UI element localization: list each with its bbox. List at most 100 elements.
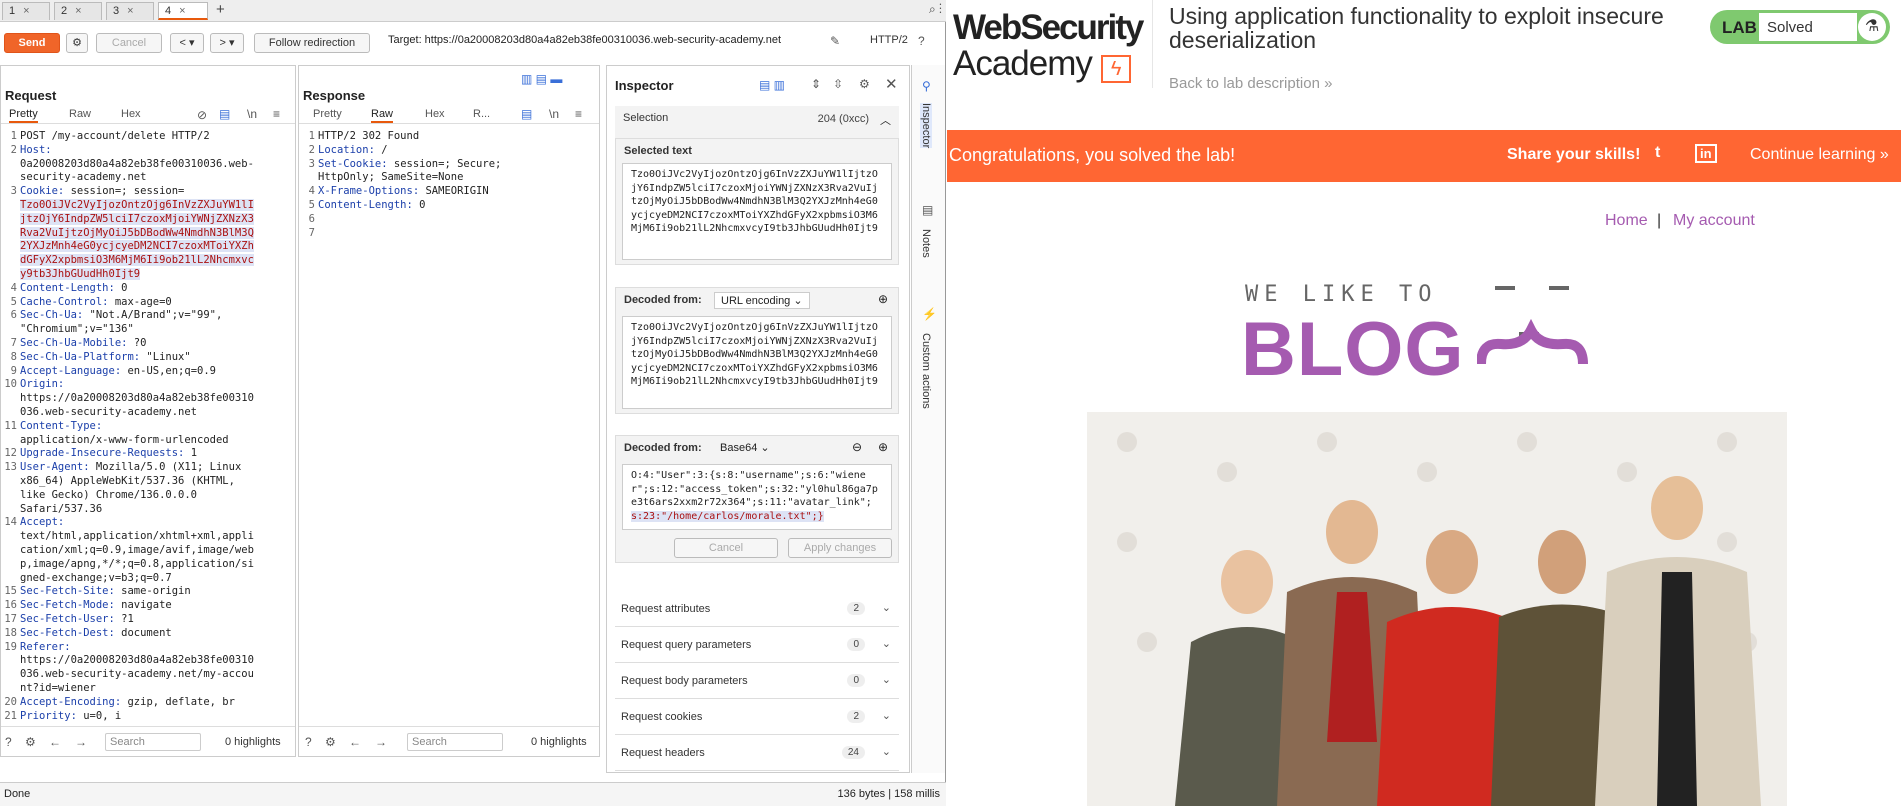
twitter-icon[interactable]: t	[1655, 144, 1660, 162]
settings-gear-icon[interactable]: ⚙	[66, 33, 88, 53]
decoding-type-dropdown[interactable]: Base64 ⌄	[714, 440, 776, 455]
logo[interactable]: WebSecurity	[953, 8, 1144, 48]
layout-split-icon[interactable]: ▥ ▤ ▬	[521, 72, 562, 86]
continue-text: Continue learning	[1750, 146, 1876, 163]
add-decoding-icon[interactable]: ⊕	[878, 440, 888, 454]
repeater-tab-2[interactable]: 2 ×	[54, 2, 102, 20]
row-count: 2	[847, 710, 865, 723]
request-editor[interactable]: 1 POST /my-account/delete HTTP/2 2 Host: 0a2…	[1, 130, 285, 722]
request-search-input[interactable]: Search	[105, 733, 201, 751]
newline-icon[interactable]: \n	[549, 107, 559, 121]
side-tab-custom-actions[interactable]: Custom actions	[920, 333, 932, 409]
collapse-icon[interactable]: ⇳	[833, 77, 843, 91]
code-line: Content-Length: 0	[20, 282, 281, 296]
close-icon[interactable]: ×	[23, 5, 29, 17]
remove-decoding-icon[interactable]: ⊖	[852, 440, 862, 454]
cancel-button[interactable]: Cancel	[674, 538, 778, 558]
row-request-cookies[interactable]: Request cookies 2 ⌄	[615, 701, 899, 735]
chevron-up-icon[interactable]: ︿	[880, 112, 891, 128]
row-count: 0	[847, 674, 865, 687]
back-to-description-link[interactable]: Back to lab description »	[1169, 75, 1332, 92]
arrow-left-icon[interactable]: ←	[349, 735, 361, 749]
format-icon[interactable]: ▤	[521, 107, 532, 121]
selected-cookie-value: Tzo0OiJVc2VyIjozOntzOjg6InVzZXJuYW1lI	[20, 199, 254, 211]
settings-gear-icon[interactable]: ⚙	[325, 735, 336, 749]
continue-learning-link[interactable]: Continue learning »	[1750, 146, 1889, 164]
header-name: Sec-Fetch-User:	[20, 613, 115, 625]
http-version-selector[interactable]: HTTP/2	[870, 34, 908, 46]
code-text: x86_64) AppleWebKit/537.36 (KHTML,	[20, 475, 235, 487]
tab-hex[interactable]: Hex	[121, 108, 141, 120]
row-request-attributes[interactable]: Request attributes 2 ⌄	[615, 593, 899, 627]
tab-pretty[interactable]: Pretty	[9, 108, 38, 123]
follow-redirection-button[interactable]: Follow redirection	[254, 33, 370, 53]
edit-pencil-icon[interactable]: ✎	[830, 34, 840, 48]
blog-post-image	[1087, 412, 1787, 806]
menu-icon[interactable]: ≡	[273, 107, 280, 121]
search-icon[interactable]: ⌕ ⋮	[929, 2, 942, 17]
decoded-base64-section: Decoded from: Base64 ⌄ ⊖ ⊕ O:4:"User":3:…	[615, 435, 899, 563]
decoded-base64-box[interactable]: O:4:"User":3:{s:8:"username";s:6:"wiener…	[622, 464, 892, 530]
nav-home[interactable]: Home	[1605, 212, 1648, 230]
newline-icon[interactable]: \n	[247, 107, 257, 121]
expand-icon[interactable]: ⇕	[811, 77, 821, 91]
close-icon[interactable]: ×	[127, 5, 133, 17]
response-editor[interactable]: 1 HTTP/2 302 Found 2 Location: /3 Set-Cookie…	[299, 130, 589, 722]
code-line: 036.web-security-academy.net/my-accou	[20, 668, 281, 682]
settings-gear-icon[interactable]: ⚙	[25, 735, 36, 749]
add-decoding-icon[interactable]: ⊕	[878, 292, 888, 306]
apply-changes-button[interactable]: Apply changes	[788, 538, 892, 558]
selection-header[interactable]: Selection 204 (0xcc) ︿	[615, 106, 899, 138]
header-name: Sec-Ch-Ua-Platform:	[20, 350, 141, 363]
help-icon[interactable]: ?	[918, 34, 925, 48]
history-forward-icon[interactable]: > ▾	[210, 33, 244, 53]
custom-actions-icon: ⚡	[922, 307, 937, 321]
lab-status: Solved	[1758, 12, 1858, 42]
nav-my-account[interactable]: My account	[1673, 212, 1755, 230]
cancel-button[interactable]: Cancel	[96, 33, 162, 53]
tab-render[interactable]: R...	[473, 108, 490, 120]
help-icon[interactable]: ?	[305, 735, 312, 749]
header-name: X-Frame-Options:	[318, 185, 420, 198]
close-icon[interactable]: ✕	[885, 75, 898, 93]
code-text: 0	[114, 281, 128, 294]
selected-text-box[interactable]: Tzo0OiJVc2VyIjozOntzOjg6InVzZXJuYW1lIjtz…	[622, 163, 892, 260]
decoded-url-box[interactable]: Tzo0OiJVc2VyIjozOntzOjg6InVzZXJuYW1lIjtz…	[622, 316, 892, 409]
close-icon[interactable]: ×	[75, 5, 81, 17]
hide-icon[interactable]: ⊘	[197, 108, 207, 122]
decoding-type-dropdown[interactable]: URL encoding ⌄	[714, 292, 810, 309]
tab-raw[interactable]: Raw	[371, 108, 394, 123]
layout-toggle-icon[interactable]: ▤ ▥	[759, 78, 785, 92]
linkedin-icon[interactable]: in	[1695, 144, 1717, 163]
tab-pretty[interactable]: Pretty	[313, 108, 342, 120]
row-request-headers[interactable]: Request headers 24 ⌄	[615, 737, 899, 771]
add-tab-icon[interactable]: +	[216, 1, 225, 18]
settings-gear-icon[interactable]: ⚙	[859, 77, 870, 91]
close-icon[interactable]: ×	[179, 5, 185, 17]
send-button[interactable]: Send	[4, 33, 60, 53]
arrow-right-icon[interactable]: →	[375, 735, 387, 749]
format-icon[interactable]: ▤	[219, 107, 230, 121]
tab-raw[interactable]: Raw	[69, 108, 91, 120]
history-back-icon[interactable]: < ▾	[170, 33, 204, 53]
header-name: Priority:	[20, 709, 77, 722]
code-line: Sec-Ch-Ua-Platform: "Linux"	[20, 351, 281, 365]
row-request-body-parameters[interactable]: Request body parameters 0 ⌄	[615, 665, 899, 699]
repeater-toolbar: Send ⚙ Cancel < ▾ > ▾ Follow redirection…	[0, 30, 946, 56]
menu-icon[interactable]: ≡	[575, 107, 582, 121]
side-tab-inspector[interactable]: Inspector	[920, 103, 932, 149]
code-line: https://0a20008203d80a4a82eb38fe00310	[20, 392, 281, 406]
code-text: session=; Secure;	[387, 157, 502, 170]
repeater-tab-3[interactable]: 3 ×	[106, 2, 154, 20]
side-tab-notes[interactable]: Notes	[920, 229, 932, 258]
code-line: Accept-Language: en-US,en;q=0.9	[20, 365, 281, 379]
help-icon[interactable]: ?	[5, 735, 12, 749]
response-search-input[interactable]: Search	[407, 733, 503, 751]
row-request-query-parameters[interactable]: Request query parameters 0 ⌄	[615, 629, 899, 663]
arrow-right-icon[interactable]: →	[75, 735, 87, 749]
code-text: 036.web-security-academy.net/my-accou	[20, 668, 254, 681]
repeater-tab-4[interactable]: 4 ×	[158, 2, 208, 20]
tab-hex[interactable]: Hex	[425, 108, 445, 120]
repeater-tab-1[interactable]: 1 ×	[2, 2, 50, 20]
arrow-left-icon[interactable]: ←	[49, 735, 61, 749]
